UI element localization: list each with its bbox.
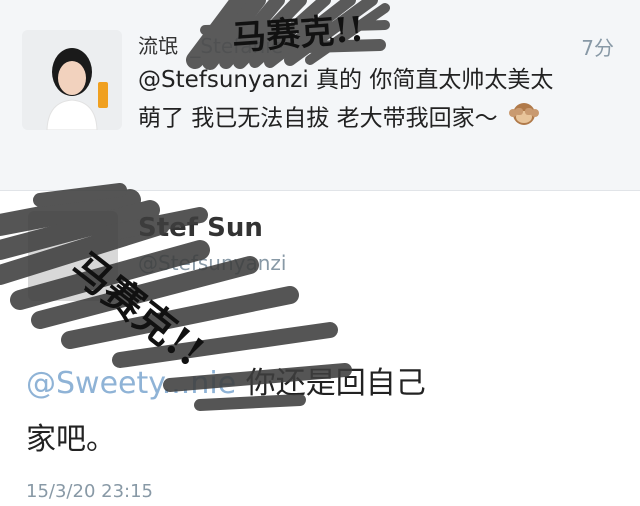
mention-link-tail[interactable]: ...nie — [162, 366, 236, 401]
tweet-timestamp: 15/3/20 23:15 — [26, 481, 153, 502]
tweet-text-line-2: 萌了 我已无法自拔 老大带我回家～ — [138, 105, 498, 132]
scribble-caption-top: 马赛克!! — [231, 9, 366, 59]
tweet-text: @Sweety...nie 你还是回自己 家吧。 — [26, 356, 616, 468]
tweet-text: @Stefsunyanzi 真的 你简直太帅太美太 萌了 我已无法自拔 老大带我… — [138, 62, 608, 139]
mention-link[interactable]: @Sweety — [26, 366, 162, 401]
tweet-text-line-1: @Stefsunyanzi 真的 你简直太帅太美太 — [138, 67, 554, 93]
tweet-text-line-2-wrap: 萌了 我已无法自拔 老大带我回家～ — [138, 99, 608, 139]
author-name[interactable]: 流氓 — [138, 34, 178, 58]
author-name[interactable]: Stef Sun — [138, 213, 263, 243]
see-no-evil-monkey-icon — [508, 99, 539, 139]
avatar[interactable] — [22, 30, 122, 130]
reply-text-line-2: 家吧。 — [26, 422, 116, 457]
reply-text-line-1: 你还是回自己 — [236, 366, 426, 401]
author-handle[interactable]: @Stefsunyanzi — [138, 251, 286, 275]
tweet-time: 7分 — [581, 36, 614, 60]
